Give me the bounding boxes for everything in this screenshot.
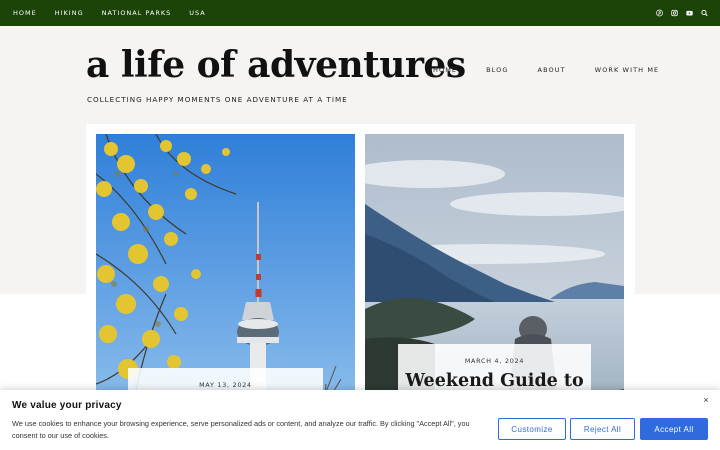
- post-1-date: MAY 13, 2024: [199, 382, 252, 389]
- top-nav-home[interactable]: HOME: [13, 9, 37, 17]
- main-nav-about[interactable]: ABOUT: [538, 66, 566, 74]
- top-nav: HOME HIKING NATIONAL PARKS USA: [13, 9, 224, 17]
- top-nav-hiking[interactable]: HIKING: [55, 9, 84, 17]
- main-nav: HOME BLOG ABOUT WORK WITH ME: [433, 66, 659, 74]
- pinterest-icon[interactable]: [656, 8, 663, 17]
- cookie-title: We value your privacy: [12, 400, 122, 411]
- instagram-icon[interactable]: [671, 8, 678, 17]
- main-nav-work-with-me[interactable]: WORK WITH ME: [595, 66, 660, 74]
- reject-all-button[interactable]: Reject All: [570, 418, 635, 440]
- youtube-icon[interactable]: [686, 8, 693, 17]
- cookie-banner: We value your privacy We use cookies to …: [0, 390, 720, 450]
- main-nav-home[interactable]: HOME: [433, 66, 457, 74]
- social-icons: [656, 8, 708, 17]
- top-nav-national-parks[interactable]: NATIONAL PARKS: [102, 9, 172, 17]
- post-2-date: MARCH 4, 2024: [464, 358, 525, 365]
- post-2-title[interactable]: Weekend Guide to: [398, 371, 591, 391]
- site-title[interactable]: a life of adventures: [86, 44, 466, 86]
- main-nav-blog[interactable]: BLOG: [486, 66, 508, 74]
- top-bar: HOME HIKING NATIONAL PARKS USA: [0, 0, 720, 26]
- search-icon[interactable]: [701, 8, 708, 17]
- site-tagline: COLLECTING HAPPY MOMENTS ONE ADVENTURE A…: [87, 95, 348, 104]
- cookie-text: We use cookies to enhance your browsing …: [12, 419, 470, 440]
- accept-all-button[interactable]: Accept All: [640, 418, 708, 440]
- customize-button[interactable]: Customize: [498, 418, 566, 440]
- top-nav-usa[interactable]: USA: [189, 9, 205, 17]
- close-icon[interactable]: ×: [700, 394, 712, 406]
